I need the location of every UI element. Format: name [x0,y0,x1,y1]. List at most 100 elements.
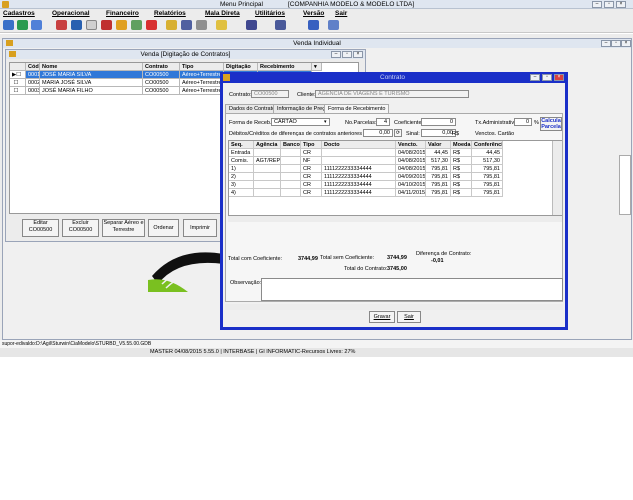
car-icon[interactable] [101,20,112,30]
header-cod[interactable]: Cód [26,63,40,71]
table-row[interactable]: Comis. AGT/REP NF 04/08/2015 517,30 R$ 517,30 [229,157,563,165]
sinal-field[interactable]: 0,00 [421,129,456,137]
tab-forma-recebimento[interactable]: Forma de Recebimento [324,104,390,113]
refresh-icon[interactable]: ⟳ [394,129,402,137]
header-recebimento[interactable]: Recebimento [258,63,312,71]
forma-label: Forma de Receb.: [229,120,274,126]
table-row[interactable]: 4) CR 1111222233334444 04/11/2015 795,81 R$ 79… [229,189,563,197]
travel-icon[interactable] [31,20,42,30]
header-agencia: Agência [254,141,281,149]
table-row[interactable]: Entrada CR 04/08/2015 44,45 R$ 44,45 [229,149,563,157]
coef-field[interactable]: 0 [421,118,456,126]
cell-valor: 44,45 [426,149,451,157]
menu-sair[interactable]: Sair [335,10,347,17]
contrato-field[interactable]: CO00500 [251,90,289,98]
cell-conferencia: 795,81 [472,181,503,189]
imprimir-button[interactable]: Imprimir [183,219,217,237]
info-icon[interactable] [308,20,319,30]
grid-scrollbar[interactable] [552,141,562,215]
cell-conferencia: 795,81 [472,165,503,173]
debitos-field[interactable]: 0,00 [363,129,393,137]
grid-icon[interactable] [246,20,257,30]
vi-minimize-button[interactable]: – [601,40,611,47]
grid-hscrollbar[interactable] [228,216,562,222]
menu-versao[interactable]: Versão [303,10,324,17]
cell-docto: 1111222233334444 [322,165,396,173]
vg-maximize-button[interactable]: ▫ [342,51,352,58]
cell-contrato: CO00500 [143,87,180,95]
money-icon[interactable] [131,20,142,30]
menu-relatorios[interactable]: Relatórios [154,10,186,17]
mail-icon[interactable] [216,20,227,30]
plane-icon[interactable] [86,20,97,30]
menu-financeiro[interactable]: Financeiro [106,10,139,17]
ct-maximize-button[interactable]: ▫ [542,74,552,81]
header-contrato[interactable]: Contrato [143,63,180,71]
txadm-label: Tx.Administrativa: [475,120,519,126]
vg-minimize-button[interactable]: – [331,51,341,58]
users-icon[interactable] [3,20,14,30]
calcula-parcela-button[interactable]: Calcula Parcela [540,117,562,131]
gravar-button[interactable]: Gravar [369,311,395,323]
calendar-icon[interactable] [56,20,67,30]
header-digitacao[interactable]: Digitação [224,63,258,71]
row-checkbox-icon[interactable]: ☐ [10,87,26,95]
row-checkbox-icon[interactable]: ☐ [10,79,26,87]
observacao-textarea[interactable] [261,278,563,301]
calculator-icon[interactable] [275,20,286,30]
header-nome[interactable]: Nome [40,63,143,71]
report-icon[interactable] [166,20,177,30]
minimize-button[interactable]: – [592,1,602,8]
separar-button[interactable]: Separar Aéreo e Terrestre [102,219,145,237]
menu-bar: Cadastros Operacional Financeiro Relatór… [0,9,633,18]
window-icon [223,74,230,81]
company-logo [148,246,226,296]
ordenar-button[interactable]: Ordenar [148,219,179,237]
cell-tipo: CR [301,165,322,173]
cell-moeda: R$ [451,165,472,173]
tools-icon[interactable] [116,20,127,30]
txadm-field[interactable]: 0 [514,118,532,126]
menu-cadastros[interactable]: Cadastros [3,10,35,17]
chart-icon[interactable] [181,20,192,30]
menu-operacional[interactable]: Operacional [52,10,90,17]
vi-close-button[interactable]: × [621,40,631,47]
cliente-field[interactable]: AGENCIA DE VIAGENS E TURISMO [315,90,469,98]
bus-icon[interactable] [71,20,82,30]
close-button[interactable]: × [616,1,626,8]
cell-agencia [254,165,281,173]
header-tipo[interactable]: Tipo [180,63,224,71]
vg-close-button[interactable]: × [353,51,363,58]
forma-select[interactable]: CARTÃO [271,118,330,126]
print-icon[interactable] [196,20,207,30]
header-banco: Banco [281,141,301,149]
bottom-scrollbar[interactable] [225,304,563,310]
contrato-window: Contrato – ▫ × Contrato: CO00500 Cliente… [220,72,568,330]
editar-button[interactable]: Editar CO00500 [22,219,59,237]
header-moeda: Moeda [451,141,472,149]
debitos-label: Débitos/Créditos de diferenças de contra… [229,131,376,137]
table-row[interactable]: 2) CR 1111222233334444 04/09/2015 795,81 R$ 79… [229,173,563,181]
cell-tipo: NF [301,157,322,165]
tab-dados-contrato[interactable]: Dados do Contrato [225,104,280,113]
people-icon[interactable] [17,20,28,30]
cell-docto [322,157,396,165]
flag-icon[interactable] [146,20,157,30]
header-seq: Seq. [229,141,254,149]
maximize-button[interactable]: ▫ [604,1,614,8]
ct-close-button[interactable]: × [554,74,564,81]
menu-mala-direta[interactable]: Mala Direta [205,10,240,17]
table-row[interactable]: 1) CR 1111222233334444 04/08/2015 795,81 R$ 79… [229,165,563,173]
header-dropdown-icon[interactable]: ▾ [312,63,322,71]
chevron-down-icon[interactable]: ▾ [324,119,327,125]
menu-utilitarios[interactable]: Utilitários [255,10,285,17]
exit-icon[interactable] [328,20,339,30]
excluir-button[interactable]: Excluir CO00500 [62,219,99,237]
cell-docto: 1111222233334444 [322,173,396,181]
cell-banco [281,189,301,197]
vi-maximize-button[interactable]: ▫ [611,40,621,47]
sair-button[interactable]: Sair [397,311,421,323]
ct-minimize-button[interactable]: – [530,74,540,81]
table-row[interactable]: 3) CR 1111222233334444 04/10/2015 795,81 R$ 79… [229,181,563,189]
nparcelas-field[interactable]: 4 [376,118,390,126]
